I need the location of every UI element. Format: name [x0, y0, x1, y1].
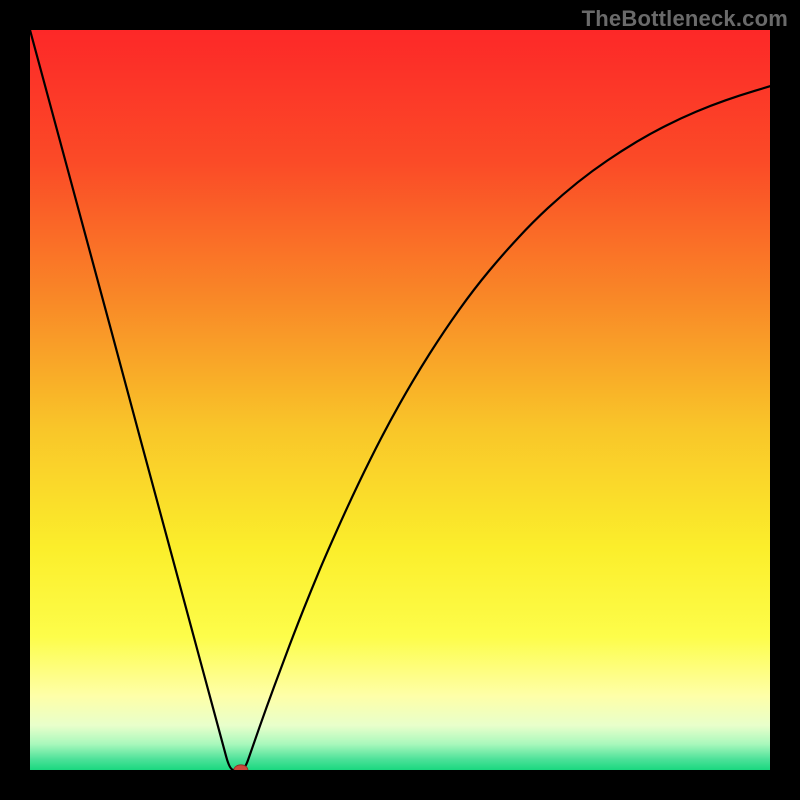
chart-svg [30, 30, 770, 770]
gradient-background [30, 30, 770, 770]
chart-frame: TheBottleneck.com [0, 0, 800, 800]
watermark-text: TheBottleneck.com [582, 6, 788, 32]
plot-area [30, 30, 770, 770]
